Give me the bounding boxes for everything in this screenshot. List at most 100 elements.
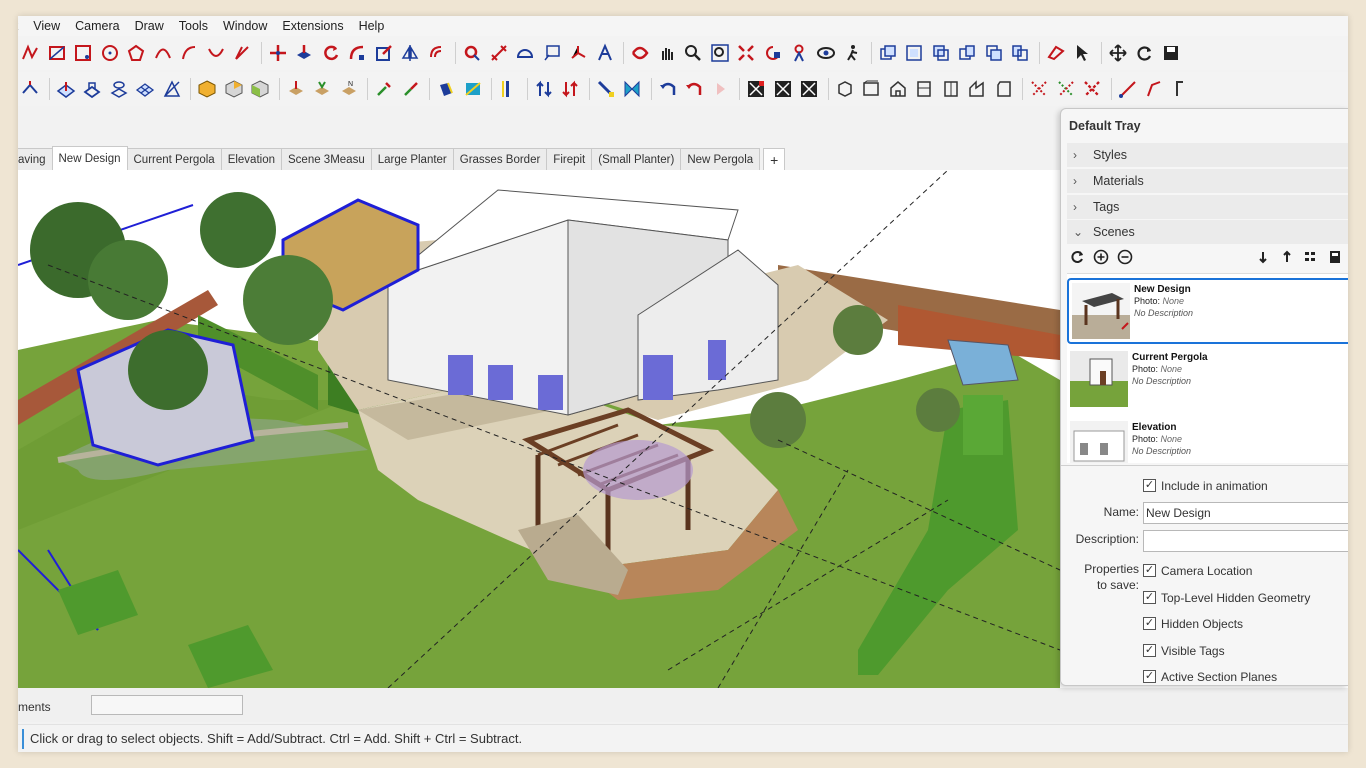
- two-point-arc-icon[interactable]: [177, 41, 201, 65]
- pie-tool-icon[interactable]: [230, 41, 254, 65]
- dimension-tool-icon[interactable]: [487, 41, 511, 65]
- freehand-tool-icon[interactable]: [18, 41, 42, 65]
- scene-tab[interactable]: Elevation: [220, 148, 282, 170]
- tray-section-tags[interactable]: › Tags: [1067, 195, 1348, 219]
- add-scene-icon[interactable]: [1091, 247, 1111, 267]
- menu-tools[interactable]: Tools: [179, 19, 208, 33]
- diagonal-tool-icon[interactable]: [594, 77, 618, 101]
- move-scene-down-icon[interactable]: [1253, 247, 1273, 267]
- position-camera-icon[interactable]: [787, 41, 811, 65]
- pan-tool-icon[interactable]: [655, 41, 679, 65]
- scene-tab[interactable]: Large Planter: [370, 148, 454, 170]
- warehouse-icon[interactable]: [833, 77, 857, 101]
- scene-tab[interactable]: Grasses Border: [452, 148, 548, 170]
- split-tool-icon[interactable]: [399, 77, 423, 101]
- sort-down-icon[interactable]: [558, 77, 582, 101]
- scene-tab[interactable]: New Design: [51, 146, 128, 170]
- right-view-icon[interactable]: [955, 41, 979, 65]
- component-gray-icon[interactable]: [222, 77, 246, 101]
- flip-tool-icon[interactable]: [398, 41, 422, 65]
- component-green-icon[interactable]: [248, 77, 272, 101]
- three-point-arc-icon[interactable]: [204, 41, 228, 65]
- scene-tab[interactable]: Firepit: [546, 148, 593, 170]
- zoom-extents-icon[interactable]: [734, 41, 758, 65]
- hidden-geometry-checkbox[interactable]: ✓: [1143, 591, 1156, 604]
- view-options-icon[interactable]: [1301, 247, 1321, 267]
- scene-tab[interactable]: New Pergola: [680, 148, 761, 170]
- sandbox-flip-edge-icon[interactable]: [160, 77, 184, 101]
- circle-tool-icon[interactable]: [98, 41, 122, 65]
- scene-tab[interactable]: Current Pergola: [126, 148, 222, 170]
- offset-tool-icon[interactable]: [425, 41, 449, 65]
- camera-location-checkbox[interactable]: ✓: [1143, 564, 1156, 577]
- polygon-tool-icon[interactable]: [124, 41, 148, 65]
- xray-box-2-icon[interactable]: [797, 77, 821, 101]
- save-icon[interactable]: [1159, 41, 1183, 65]
- undo-red-icon[interactable]: [682, 77, 706, 101]
- corner-tool-icon[interactable]: [1169, 77, 1193, 101]
- include-animation-checkbox[interactable]: ✓: [1143, 479, 1156, 492]
- eraser-tool-icon[interactable]: [461, 77, 485, 101]
- scene-name-field[interactable]: New Design: [1143, 502, 1348, 524]
- dotted-x-green-icon[interactable]: [1054, 77, 1078, 101]
- scene-list[interactable]: New Design Photo: None No Description Cu…: [1067, 273, 1348, 463]
- zoom-window-icon[interactable]: [708, 41, 732, 65]
- sandbox-add-detail-icon[interactable]: [133, 77, 157, 101]
- move-arrows-icon[interactable]: [1106, 41, 1130, 65]
- select-tool-icon[interactable]: [1070, 41, 1094, 65]
- visible-tags-checkbox[interactable]: ✓: [1143, 644, 1156, 657]
- scene-item-new-design[interactable]: New Design Photo: None No Description: [1067, 278, 1348, 344]
- line-tool-icon[interactable]: [1116, 77, 1140, 101]
- door-tool-icon[interactable]: [939, 77, 963, 101]
- menu-camera[interactable]: Camera: [75, 19, 119, 33]
- section-plane-icon[interactable]: [496, 77, 520, 101]
- roof-tool-icon[interactable]: [965, 77, 989, 101]
- polyline-tool-icon[interactable]: [1142, 77, 1166, 101]
- solid-subtract-icon[interactable]: [310, 77, 334, 101]
- menu-view[interactable]: View: [33, 19, 60, 33]
- tray-section-scenes[interactable]: ⌄ Scenes: [1067, 220, 1348, 244]
- scene-description-field[interactable]: [1143, 530, 1348, 552]
- back-view-icon[interactable]: [982, 41, 1006, 65]
- top-view-icon[interactable]: [902, 41, 926, 65]
- zoom-tool-icon[interactable]: [681, 41, 705, 65]
- menu-draw[interactable]: Draw: [135, 19, 164, 33]
- walk-tool-icon[interactable]: [840, 41, 864, 65]
- left-view-icon[interactable]: [1008, 41, 1032, 65]
- floor-tool-icon[interactable]: [992, 77, 1016, 101]
- iso-view-icon[interactable]: [876, 41, 900, 65]
- scene-tab[interactable]: Scene 3Measu: [281, 148, 372, 170]
- house-tool-icon[interactable]: [886, 77, 910, 101]
- window-tool-icon[interactable]: [912, 77, 936, 101]
- scene-tab[interactable]: aving: [18, 148, 53, 170]
- rectangle-tool-icon[interactable]: [45, 41, 69, 65]
- trim-tool-icon[interactable]: [372, 77, 396, 101]
- menu-window[interactable]: Window: [223, 19, 267, 33]
- menu-help[interactable]: Help: [359, 19, 385, 33]
- scene-tab[interactable]: (Small Planter): [591, 148, 682, 170]
- orbit-tool-icon[interactable]: [628, 41, 652, 65]
- previous-view-icon[interactable]: [761, 41, 785, 65]
- scale-tool-icon[interactable]: [372, 41, 396, 65]
- axes-tool-icon[interactable]: [566, 41, 590, 65]
- details-icon[interactable]: [1325, 247, 1345, 267]
- look-around-icon[interactable]: [814, 41, 838, 65]
- dotted-x-red-icon[interactable]: [1080, 77, 1104, 101]
- tray-section-styles[interactable]: › Styles: [1067, 143, 1348, 167]
- text-tool-icon[interactable]: [540, 41, 564, 65]
- undo-blue-icon[interactable]: [656, 77, 680, 101]
- scene-item-elevation[interactable]: Elevation Photo: None No Description: [1067, 418, 1348, 463]
- wall-tool-icon[interactable]: [859, 77, 883, 101]
- add-scene-tab-button[interactable]: +: [763, 148, 786, 170]
- solid-intersect-icon[interactable]: N: [337, 77, 361, 101]
- 3d-text-icon[interactable]: [593, 41, 617, 65]
- paint-bucket-icon[interactable]: [434, 77, 458, 101]
- sandbox-drape-icon[interactable]: [107, 77, 131, 101]
- rotate-tool-icon[interactable]: [319, 41, 343, 65]
- sandbox-smoove-icon[interactable]: [54, 77, 78, 101]
- menu-extensions[interactable]: Extensions: [282, 19, 343, 33]
- xray-red-icon[interactable]: [744, 77, 768, 101]
- refresh-icon[interactable]: [1132, 41, 1156, 65]
- front-view-icon[interactable]: [929, 41, 953, 65]
- bowtie-tool-icon[interactable]: [620, 77, 644, 101]
